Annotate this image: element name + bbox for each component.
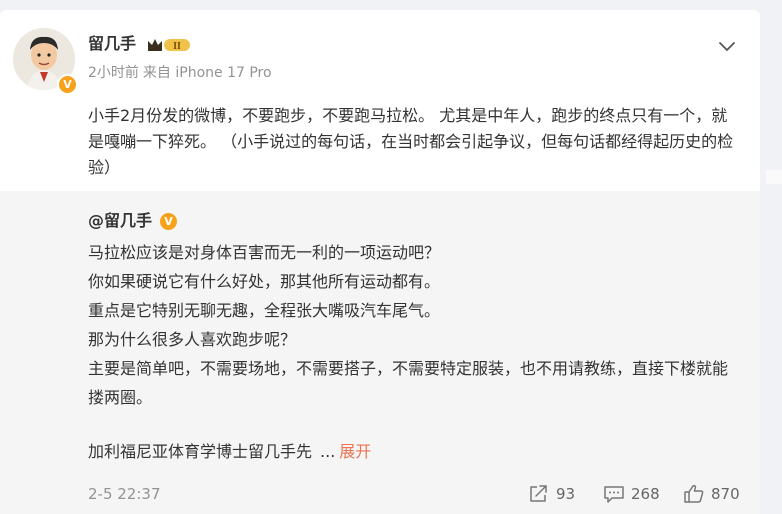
like-button[interactable]: 870 xyxy=(683,483,740,505)
verified-glyph: V xyxy=(63,78,72,91)
crown-level-badge[interactable]: II xyxy=(146,36,192,53)
retweet-author[interactable]: @留几手 xyxy=(88,211,152,231)
comment-icon xyxy=(604,486,624,503)
retweet-line: 主要是简单吧，不需要场地，不需要搭子，不需要特定服装，也不用请教练，直接下楼就能… xyxy=(88,359,729,407)
share-button[interactable]: 93 xyxy=(528,483,575,505)
retweet-box[interactable]: @留几手 V 马拉松应该是对身体百害而无一利的一项运动吧？ 你如果硬说它有什么好… xyxy=(0,191,760,514)
post-source: 来自 iPhone 17 Pro xyxy=(142,65,272,81)
expand-link[interactable]: 展开 xyxy=(339,442,371,461)
author-name[interactable]: 留几手 xyxy=(88,34,136,54)
chevron-down-icon[interactable] xyxy=(716,40,738,54)
like-count: 870 xyxy=(711,485,740,503)
post-text: 小手2月份发的微博，不要跑步，不要跑马拉松。 尤其是中年人，跑步的终点只有一个，… xyxy=(88,106,734,177)
retweet-time[interactable]: 2-5 22:37 xyxy=(88,484,161,504)
share-icon xyxy=(530,485,547,502)
sidebar-edge xyxy=(766,170,782,184)
retweet-ellipsis: ... xyxy=(320,442,336,461)
retweet-line: 马拉松应该是对身体百害而无一利的一项运动吧？ xyxy=(88,243,441,262)
weibo-post-card: V 留几手 II 2小时前 来自 iPhone 17 Pro 小手2月份发的微博，… xyxy=(0,10,760,514)
verified-icon: V xyxy=(57,74,78,95)
retweet-line: 你如果硬说它有什么好处，那其他所有运动都有。 xyxy=(88,272,441,291)
like-icon xyxy=(684,484,704,503)
post-time[interactable]: 2小时前 xyxy=(88,65,139,81)
comment-button[interactable]: 268 xyxy=(603,483,660,505)
crown-level-label: II xyxy=(173,41,181,52)
retweet-summary-text: 加利福尼亚体育学博士留几手先 xyxy=(88,442,313,461)
retweet-line: 那为什么很多人喜欢跑步呢？ xyxy=(88,330,297,349)
verified-glyph: V xyxy=(164,215,173,228)
retweet-line: 重点是它特别无聊无趣，全程张大嘴吸汽车尾气。 xyxy=(88,301,441,320)
verified-icon: V xyxy=(160,213,177,230)
retweet-summary: 加利福尼亚体育学博士留几手先... 展开 xyxy=(88,440,371,464)
share-count: 93 xyxy=(556,485,576,503)
retweet-text: 马拉松应该是对身体百害而无一利的一项运动吧？ 你如果硬说它有什么好处，那其他所有… xyxy=(88,238,743,412)
comment-count: 268 xyxy=(631,485,660,503)
post-meta: 2小时前 来自 iPhone 17 Pro xyxy=(88,63,272,83)
